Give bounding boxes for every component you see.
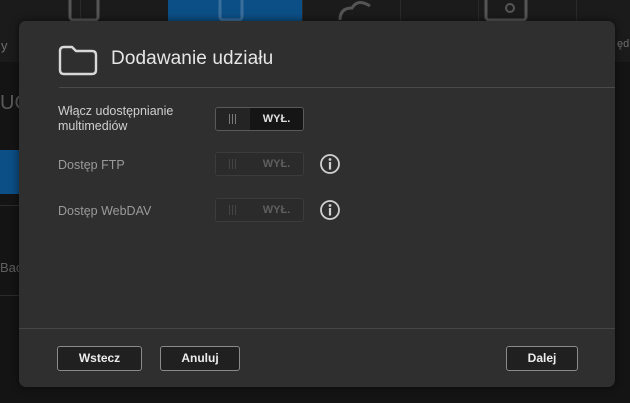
webdav-access-row: Dostęp WebDAV WYŁ. [19,196,615,228]
add-share-dialog: Dodawanie udziału Włącz udostępnianie mu… [19,21,615,387]
nav-label-fragment: y [1,38,8,53]
media-sharing-toggle[interactable]: WYŁ. [215,107,304,131]
webdav-access-toggle[interactable]: WYŁ. [215,198,304,222]
media-sharing-label-line1: Włącz udostępnianie [58,104,174,118]
info-icon[interactable] [319,153,341,175]
media-sharing-row: Włącz udostępnianie multimediów WYŁ. [19,103,615,135]
info-icon[interactable] [319,199,341,221]
toggle-knob [216,153,251,175]
cancel-button[interactable]: Anuluj [160,346,240,371]
media-sharing-label-line2: multimediów [58,119,128,133]
ftp-access-label: Dostęp FTP [58,158,125,172]
header-divider [59,87,615,88]
toggle-state-label: WYŁ. [250,199,303,221]
toggle-knob[interactable] [216,108,251,130]
next-button[interactable]: Dalej [506,346,578,371]
media-sharing-label: Włącz udostępnianie multimediów [58,104,173,134]
back-button[interactable]: Wstecz [57,346,142,371]
toggle-knob [216,199,251,221]
footer-divider [19,328,615,329]
toggle-state-label: WYŁ. [250,153,303,175]
folder-icon [58,45,98,76]
ftp-access-row: Dostęp FTP WYŁ. [19,150,615,182]
nav-label-fragment-right: ęd [617,38,630,50]
ftp-access-toggle[interactable]: WYŁ. [215,152,304,176]
toggle-state-label: WYŁ. [250,108,303,130]
dialog-title: Dodawanie udziału [111,48,274,69]
webdav-access-label: Dostęp WebDAV [58,204,152,218]
background-selected-row [0,150,20,194]
dialog-header: Dodawanie udziału [19,21,615,87]
